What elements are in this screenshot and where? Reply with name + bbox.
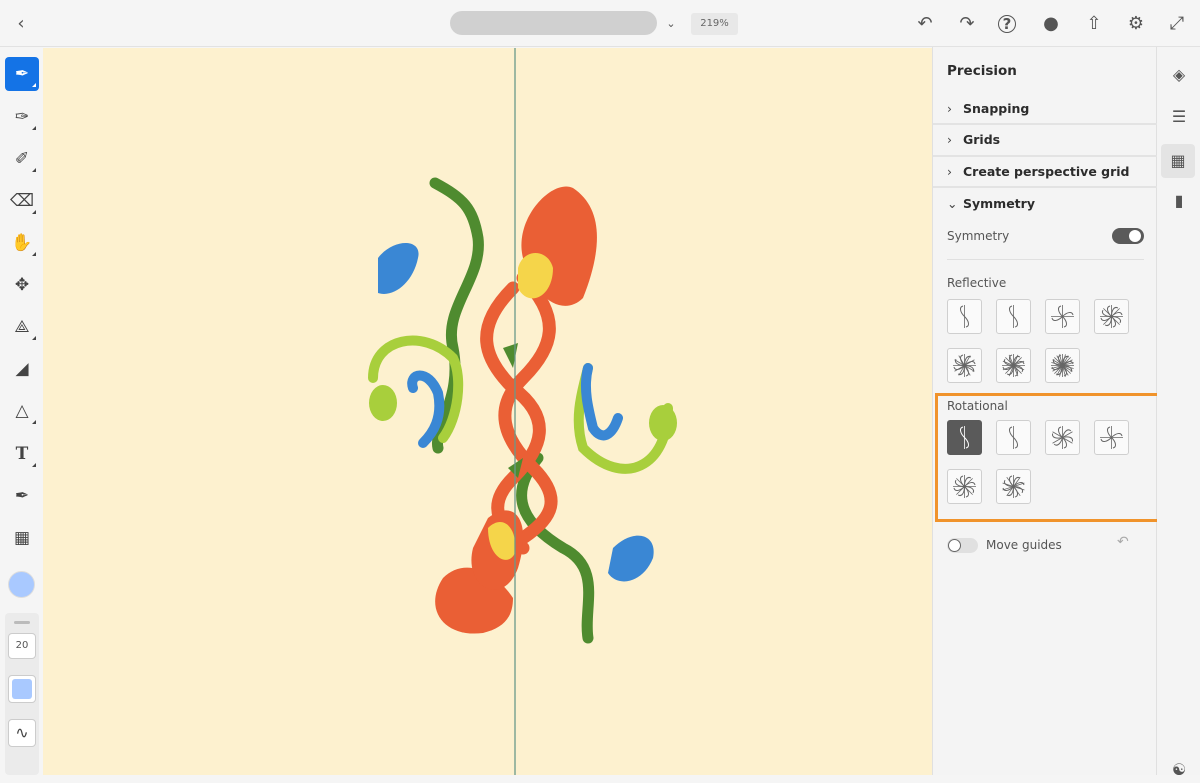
fill-tool[interactable]: ◢ [5,352,39,386]
lasso-tool[interactable]: ⟁ [5,310,39,344]
brush-size-field[interactable]: 20 [8,633,36,659]
image-tool[interactable]: ▦ [5,521,39,555]
symmetry-2-axes-icon [1051,305,1074,328]
symmetry-5-axes-icon [1002,475,1025,498]
redo-icon[interactable]: ↷ [956,13,978,35]
reflective-label: Reflective [947,276,1007,290]
rotational-symmetry-option[interactable] [947,420,982,455]
type-tool[interactable]: T [5,437,39,471]
chevron-right-icon: › [947,101,952,116]
rotational-symmetry-option[interactable] [996,469,1031,504]
reflective-symmetry-option[interactable] [1045,299,1080,334]
drag-handle[interactable] [14,621,30,624]
left-toolbar: ✒ ✑ ✐ ⌫ ✋ ✥ ⟁ ◢ △ T ✒ ▦ 20 ∿ [0,47,43,775]
section-label: Create perspective grid [963,164,1130,179]
chevron-right-icon: › [947,164,952,179]
undo-icon[interactable]: ↶ [914,13,936,35]
rotational-symmetry-option[interactable] [947,469,982,504]
reflective-symmetry-option[interactable] [996,348,1031,383]
divider [933,186,1158,188]
symmetry-1-axes-icon [960,305,969,328]
share-icon[interactable]: ⇧ [1083,13,1105,35]
panel-title: Precision [947,63,1017,79]
settings-icon[interactable]: ⚙ [1125,13,1147,35]
reflective-symmetry-option[interactable] [996,299,1031,334]
section-snapping[interactable]: › Snapping [947,101,1029,116]
brush-settings-group: 20 ∿ [5,613,39,775]
symmetry-3-axes-icon [1052,426,1073,449]
section-label: Grids [963,132,1001,147]
pixel-brush-tool[interactable]: ✒ [5,57,39,91]
brush-smoothing-button[interactable]: ∿ [8,719,36,747]
rotational-label: Rotational [947,399,1008,413]
move-guides-toggle[interactable] [947,538,978,553]
reflective-symmetry-option[interactable] [947,299,982,334]
right-rail: ◈ ☰ ▦ ▮ ☯ [1157,47,1200,779]
zoom-level[interactable]: 219% [691,13,738,35]
symmetry-1-axes-icon [1009,305,1018,328]
section-perspective-grid[interactable]: › Create perspective grid [947,164,1130,179]
brush-color-button[interactable] [8,675,36,703]
section-symmetry[interactable]: ⌄ Symmetry [947,196,1035,211]
chevron-down-icon: ⌄ [947,196,958,211]
precision-panel: Precision › Snapping › Grids › Create persp… [932,47,1162,775]
artwork [368,48,677,775]
symmetry-toggle[interactable] [1112,228,1144,244]
symmetry-label: Symmetry [947,229,1010,243]
symmetry-6-axes-icon [953,354,976,377]
document-title-field[interactable] [450,11,657,35]
smudge-tool[interactable]: ✋ [5,226,39,260]
divider [933,155,1158,157]
top-bar: ‹ ⌄ 219% ↶ ↷ ? ● ⇧ ⚙ ⤢ [0,0,1200,47]
drawing-canvas[interactable] [43,48,932,775]
back-icon[interactable]: ‹ [10,13,32,35]
properties-icon[interactable]: ☰ [1166,104,1192,130]
chevron-right-icon: › [947,132,952,147]
color-swatch[interactable] [8,571,35,598]
live-brush-tool[interactable]: ✑ [5,100,39,134]
fullscreen-icon[interactable]: ⤢ [1166,13,1188,35]
eyedropper-tool[interactable]: ✒ [5,479,39,513]
layers-icon[interactable]: ◈ [1166,62,1192,88]
rotational-symmetry-option[interactable] [1094,420,1129,455]
symmetry-4-axes-icon [953,475,976,498]
precision-grid-icon[interactable]: ▦ [1161,144,1195,178]
rotational-symmetry-option[interactable] [1045,420,1080,455]
symmetry-12-axes-icon [1051,354,1074,377]
help-icon[interactable]: ? [998,15,1016,33]
symmetry-4-axes-icon [1100,305,1123,328]
chevron-down-icon[interactable]: ⌄ [660,13,682,35]
section-grids[interactable]: › Grids [947,132,1000,147]
shape-tool[interactable]: △ [5,394,39,428]
vector-brush-tool[interactable]: ✐ [5,142,39,176]
section-label: Symmetry [963,196,1035,211]
divider [947,259,1144,260]
symmetry-8-axes-icon [1002,354,1025,377]
reflective-symmetry-option[interactable] [1045,348,1080,383]
community-icon[interactable]: ☯ [1166,757,1192,783]
comments-icon[interactable]: ▮ [1166,188,1192,214]
reflective-symmetry-option[interactable] [1094,299,1129,334]
eraser-tool[interactable]: ⌫ [5,184,39,218]
reflective-symmetry-option[interactable] [947,348,982,383]
invite-icon[interactable]: ● [1040,13,1062,35]
reset-guides-icon[interactable]: ↶ [1117,534,1129,550]
symmetry-1-axes-icon [1009,426,1018,449]
move-guides-label: Move guides [986,538,1062,552]
divider [933,123,1158,125]
rotational-symmetry-option[interactable] [996,420,1031,455]
symmetry-2-axes-icon [1100,426,1123,449]
section-label: Snapping [963,101,1030,116]
symmetry-1-axes-icon [960,426,969,449]
transform-tool[interactable]: ✥ [5,268,39,302]
